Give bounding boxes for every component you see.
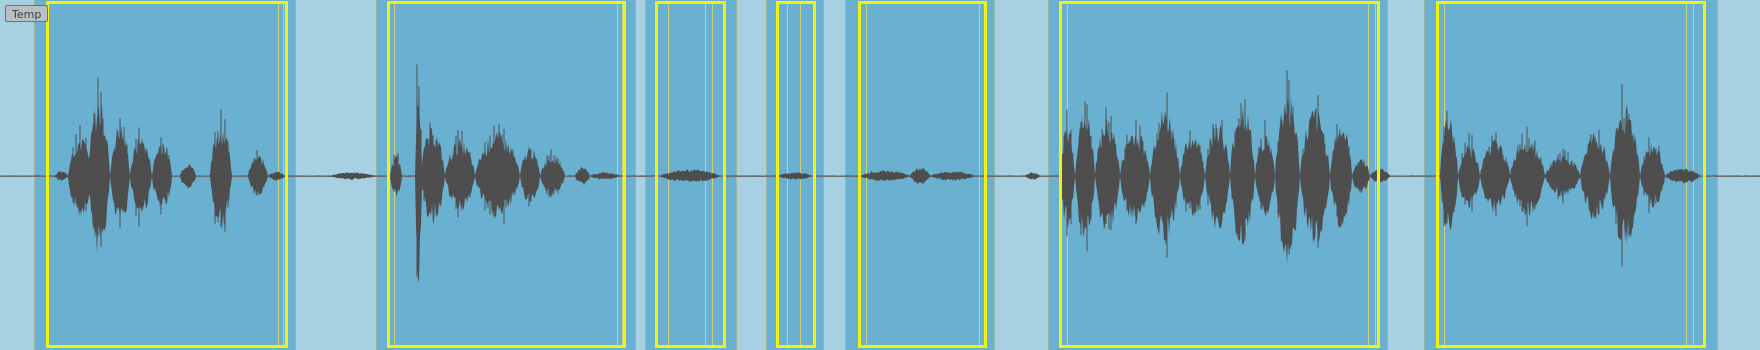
selection-box-6[interactable] <box>1059 1 1380 348</box>
track-label[interactable]: Temp <box>5 5 49 22</box>
selection-box-3[interactable] <box>655 1 726 348</box>
audio-track[interactable]: Temp <box>0 0 1760 350</box>
selection-box-4[interactable] <box>776 1 816 348</box>
selection-box-5[interactable] <box>858 1 987 348</box>
selection-box-7[interactable] <box>1436 1 1706 348</box>
selection-box-1[interactable] <box>46 1 288 348</box>
selection-box-2[interactable] <box>387 1 626 348</box>
